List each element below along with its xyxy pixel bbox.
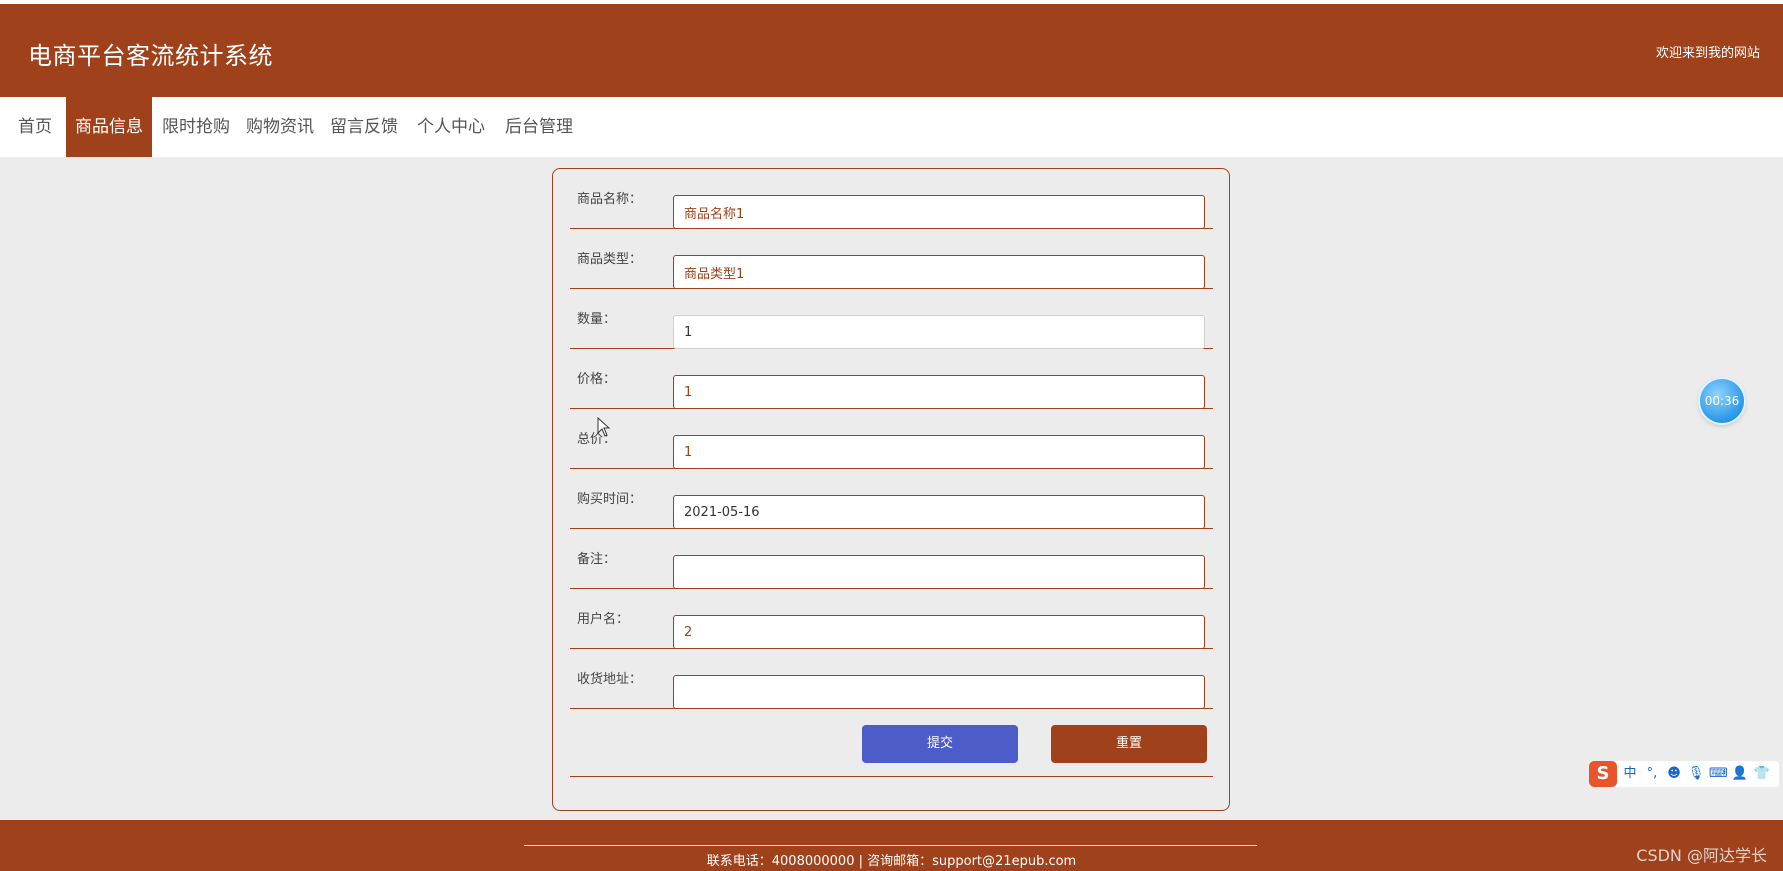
form-actions: 提交 重置 [570, 714, 1213, 777]
field-row-price: 价格： [570, 349, 1213, 409]
recording-timer[interactable]: 00:36 [1700, 379, 1744, 423]
price-input[interactable] [673, 375, 1205, 409]
site-footer: 联系电话：4008000000 | 咨询邮箱：support@21epub.co… [0, 820, 1783, 871]
field-label: 价格： [577, 372, 617, 387]
nav-item-feedback[interactable]: 留言反馈 [325, 97, 403, 157]
field-row-shipping-address: 收货地址： [570, 649, 1213, 709]
punctuation-icon[interactable]: °, [1643, 764, 1661, 784]
field-label: 商品类型： [577, 252, 643, 267]
field-label: 备注： [577, 552, 617, 567]
quantity-input[interactable] [673, 315, 1205, 349]
site-title: 电商平台客流统计系统 [28, 42, 273, 70]
mouse-cursor-icon [597, 417, 611, 437]
csdn-watermark: CSDN @阿达学长 [1636, 846, 1767, 865]
reset-button[interactable]: 重置 [1051, 725, 1207, 763]
site-header: 电商平台客流统计系统 欢迎来到我的网站 [0, 4, 1783, 97]
emoji-icon[interactable]: ☻ [1665, 764, 1683, 784]
sogou-logo-icon[interactable]: S [1589, 761, 1617, 787]
nav-item-home[interactable]: 首页 [12, 97, 58, 157]
field-row-product-type: 商品类型： [570, 229, 1213, 289]
purchase-date-input[interactable] [673, 495, 1205, 529]
keyboard-icon[interactable]: ⌨ [1709, 764, 1728, 784]
field-row-product-name: 商品名称： [570, 169, 1213, 229]
product-form: 商品名称： 商品类型： 数量： 价格： 总价： 购买时间： 备注： 用户名： [552, 168, 1230, 811]
nav-item-shopping-news[interactable]: 购物资讯 [240, 97, 320, 157]
shipping-address-input[interactable] [673, 675, 1205, 709]
nav-item-flash-sale[interactable]: 限时抢购 [156, 97, 236, 157]
remarks-input[interactable] [673, 555, 1205, 589]
username-input[interactable] [673, 615, 1205, 649]
field-label: 商品名称： [577, 192, 643, 207]
nav-item-product-info[interactable]: 商品信息 [66, 97, 152, 157]
nav-item-user-center[interactable]: 个人中心 [412, 97, 490, 157]
field-row-username: 用户名： [570, 589, 1213, 649]
field-row-total-price: 总价： [570, 409, 1213, 469]
skin-icon[interactable]: 👕 [1753, 764, 1771, 784]
total-price-input[interactable] [673, 435, 1205, 469]
welcome-text: 欢迎来到我的网站 [1655, 46, 1760, 61]
field-row-quantity: 数量： [570, 289, 1213, 349]
field-label: 收货地址： [577, 672, 643, 687]
footer-contact: 联系电话：4008000000 | 咨询邮箱：support@21epub.co… [706, 854, 1077, 869]
nav-item-admin[interactable]: 后台管理 [500, 97, 578, 157]
submit-button[interactable]: 提交 [862, 725, 1018, 763]
ime-toolbar[interactable]: S 中 °, ☻ 🎙 ⌨ 👤 👕 [1589, 761, 1779, 787]
product-name-input[interactable] [673, 195, 1205, 229]
field-row-remarks: 备注： [570, 529, 1213, 589]
product-type-input[interactable] [673, 255, 1205, 289]
footer-divider [524, 845, 1257, 846]
microphone-icon[interactable]: 🎙 [1687, 764, 1705, 784]
main-nav: 首页 商品信息 限时抢购 购物资讯 留言反馈 个人中心 后台管理 [0, 97, 1783, 157]
ime-mode-indicator[interactable]: 中 [1621, 764, 1639, 784]
field-label: 用户名： [577, 612, 630, 627]
field-row-purchase-time: 购买时间： [570, 469, 1213, 529]
page: 电商平台客流统计系统 欢迎来到我的网站 首页 商品信息 限时抢购 购物资讯 留言… [0, 0, 1783, 871]
field-label: 数量： [577, 312, 617, 327]
user-icon[interactable]: 👤 [1731, 764, 1749, 784]
field-label: 购买时间： [577, 492, 643, 507]
